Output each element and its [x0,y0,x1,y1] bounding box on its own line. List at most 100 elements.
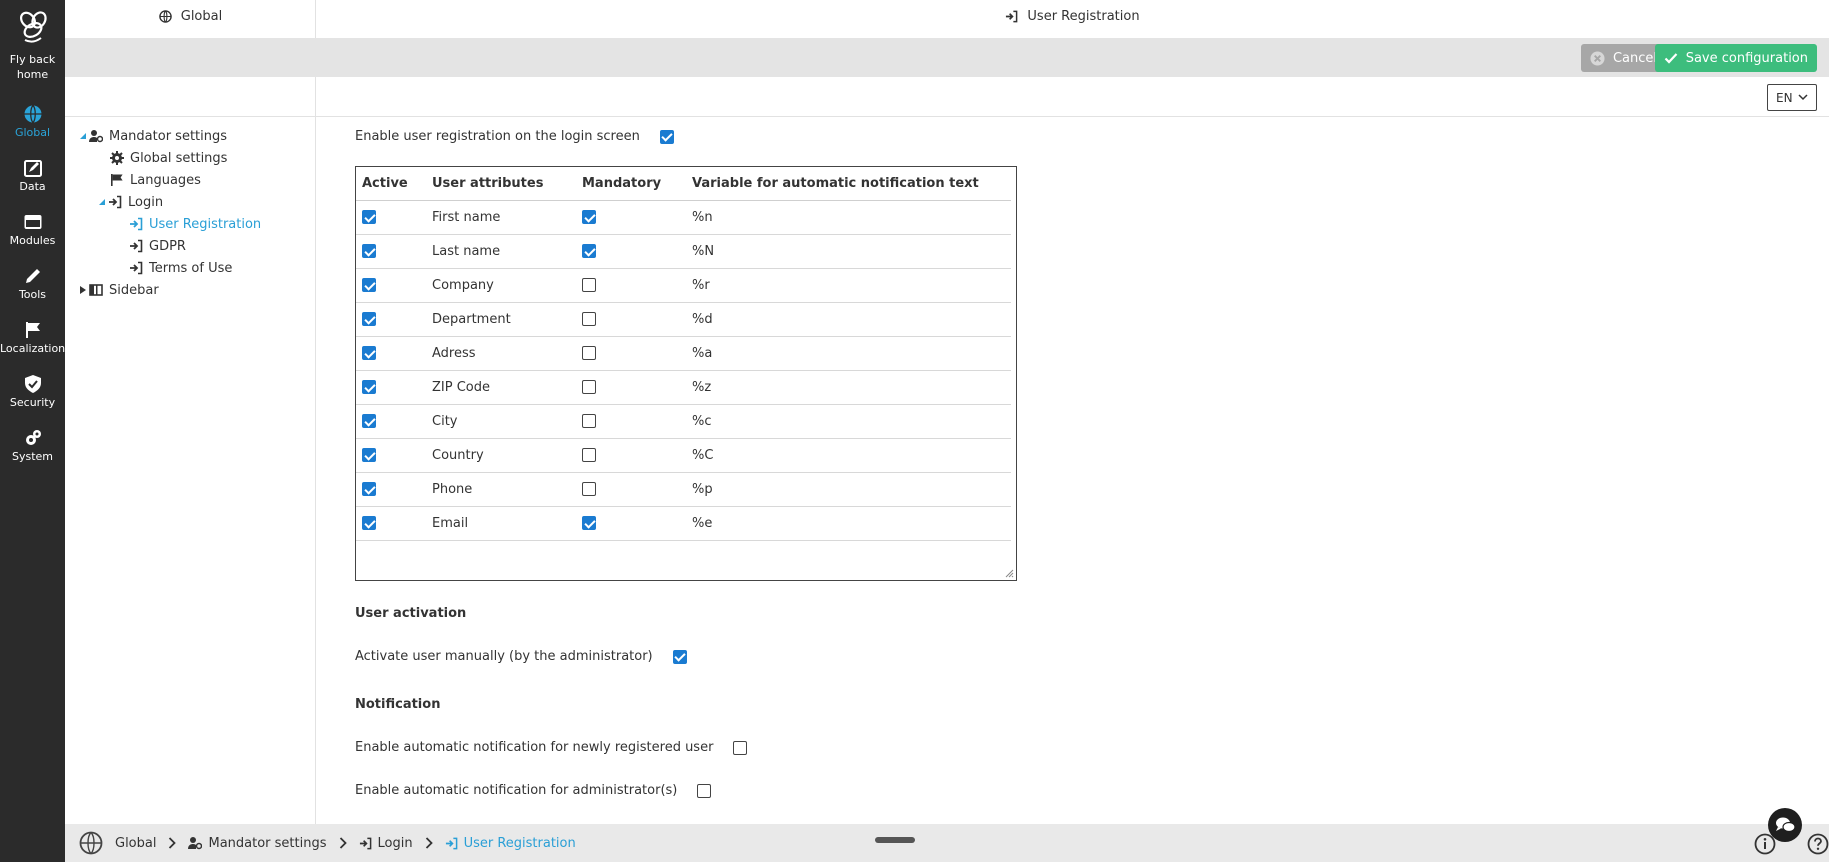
panel-drag-handle[interactable] [875,837,915,843]
tree-item-user-registration[interactable]: User Registration [129,214,261,234]
nav-item-system[interactable]: System [0,428,65,463]
attribute-cell: Phone [426,472,576,507]
mandatory-cell [576,336,686,371]
close-circle-icon [1590,50,1605,66]
mandatory-checkbox[interactable] [582,210,596,224]
table-header-row: Active User attributes Mandatory Variabl… [356,167,1011,201]
mandatory-cell [576,506,686,541]
nav-item-modules[interactable]: Modules [0,212,65,247]
nav-label-data: Data [19,180,46,193]
globe-icon [158,10,172,23]
user-gear-icon [188,837,203,850]
home-label-line2: home [16,68,49,81]
nav-item-localization[interactable]: Localization [0,320,65,355]
help-icon[interactable] [1807,833,1829,855]
nav-item-data[interactable]: Data [0,158,65,193]
header-variable: Variable for automatic notification text [686,167,1011,201]
table-row: ZIP Code %z [356,370,1011,405]
notify-user-label: Enable automatic notification for newly … [355,740,714,755]
active-cell [356,404,426,439]
notification-heading: Notification [355,697,441,712]
nav-item-global[interactable]: Global [0,104,65,139]
active-checkbox[interactable] [362,346,376,360]
nav-label-security: Security [9,396,56,409]
breadcrumb-user-registration[interactable]: User Registration [445,836,576,851]
mandatory-checkbox[interactable] [582,414,596,428]
tree-item-mandator-settings[interactable]: Mandator settings [77,126,227,146]
header-active: Active [356,167,426,201]
active-checkbox[interactable] [362,244,376,258]
enable-registration-checkbox[interactable] [659,129,674,144]
tree-item-login[interactable]: Login [96,192,163,212]
mandatory-checkbox[interactable] [582,346,596,360]
sign-in-icon [130,261,143,275]
home-label-line1: Fly back [9,53,56,66]
active-checkbox[interactable] [362,516,376,530]
variable-cell: %z [686,370,1011,405]
edit-calendar-icon [23,160,42,177]
breadcrumb-global[interactable]: Global [79,831,156,855]
table-row: Company %r [356,268,1011,303]
active-checkbox[interactable] [362,312,376,326]
breadcrumb-label: Login [377,835,413,851]
mandatory-checkbox[interactable] [582,448,596,462]
tree-item-languages[interactable]: Languages [110,170,201,190]
language-select[interactable]: EN [1767,84,1817,111]
tree-label: Login [128,194,164,210]
active-checkbox[interactable] [362,482,376,496]
mandatory-checkbox[interactable] [582,278,596,292]
tree-item-global-settings[interactable]: Global settings [110,148,227,168]
active-cell [356,200,426,235]
expanded-arrow-icon [99,199,105,205]
mandatory-checkbox[interactable] [582,516,596,530]
mandatory-cell [576,268,686,303]
notify-user-checkbox[interactable] [733,740,748,755]
attribute-cell: City [426,404,576,439]
notify-admin-checkbox[interactable] [697,783,712,798]
mandatory-checkbox[interactable] [582,380,596,394]
activate-manually-label: Activate user manually (by the administr… [355,649,653,664]
sidebar-icon [89,284,103,296]
mandatory-checkbox[interactable] [582,482,596,496]
active-checkbox[interactable] [362,448,376,462]
notify-user-row: Enable automatic notification for newly … [355,740,748,755]
tree-item-terms-of-use[interactable]: Terms of Use [129,258,232,278]
main-panel-title: User Registration [316,0,1829,33]
tree-label: Global settings [130,150,228,166]
attribute-cell: First name [426,200,576,235]
cancel-button[interactable]: Cancel [1580,44,1666,72]
chat-icon [1776,817,1796,833]
tree-item-sidebar[interactable]: Sidebar [77,280,159,300]
resize-grip-icon[interactable] [1004,568,1014,578]
mandatory-checkbox[interactable] [582,312,596,326]
breadcrumb-mandator-settings[interactable]: Mandator settings [188,836,327,851]
breadcrumb-login[interactable]: Login [359,836,413,851]
activate-manually-checkbox[interactable] [672,649,687,664]
table-body: First name %n Last name %N Company %r Departme… [356,200,1011,541]
active-checkbox[interactable] [362,278,376,292]
user-gear-icon [89,130,103,143]
chat-button[interactable] [1768,808,1802,842]
attribute-cell: Adress [426,336,576,371]
sign-in-icon [1006,10,1018,23]
nav-label-localization: Localization [0,342,66,355]
active-checkbox[interactable] [362,210,376,224]
nav-item-tools[interactable]: Tools [0,266,65,301]
attributes-grid: Active User attributes Mandatory Variabl… [356,167,1011,541]
active-cell [356,336,426,371]
active-cell [356,234,426,269]
fly-back-home-button[interactable]: Fly back home [0,8,65,82]
active-cell [356,506,426,541]
save-configuration-button[interactable]: Save configuration [1654,44,1817,72]
nav-item-security[interactable]: Security [0,374,65,409]
table-row: Last name %N [356,234,1011,269]
mandatory-cell [576,438,686,473]
active-checkbox[interactable] [362,414,376,428]
globe-icon [79,831,103,855]
tree-item-gdpr[interactable]: GDPR [129,236,186,256]
user-attributes-table: Active User attributes Mandatory Variabl… [355,166,1017,581]
active-checkbox[interactable] [362,380,376,394]
language-value: EN [1776,90,1793,105]
mandatory-checkbox[interactable] [582,244,596,258]
sign-in-icon [109,195,122,209]
